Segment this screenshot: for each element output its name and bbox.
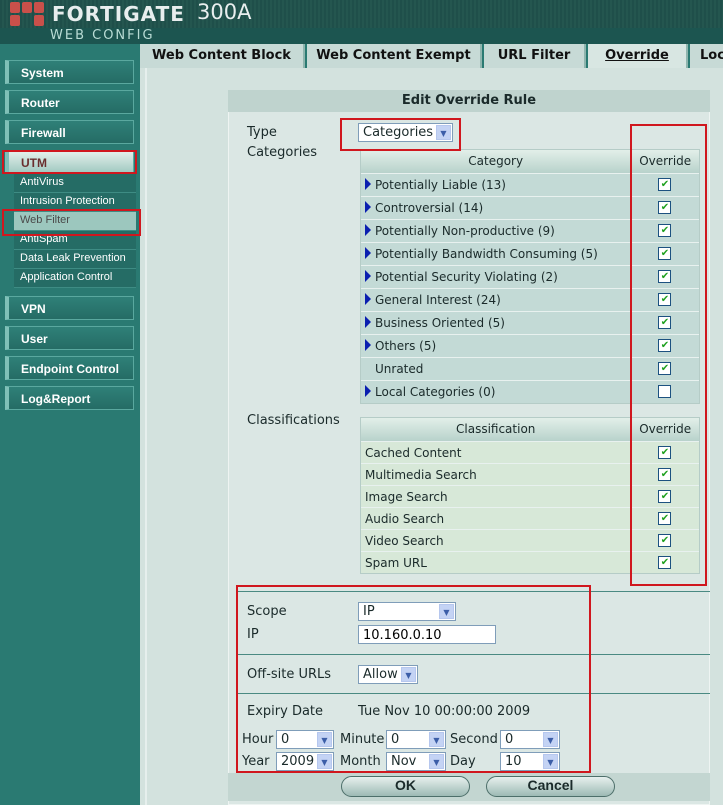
panel-title: Edit Override Rule <box>228 90 710 112</box>
row-name-cell: Unrated <box>361 358 632 380</box>
row-name-cell: Cached Content <box>361 442 632 463</box>
row-name-cell[interactable]: Business Oriented (5) <box>361 312 632 334</box>
row-name-cell[interactable]: Controversial (14) <box>361 197 632 219</box>
expand-arrow-icon[interactable] <box>365 247 371 259</box>
nav-log-report[interactable]: Log&Report <box>5 386 134 410</box>
row-name-cell[interactable]: Potentially Liable (13) <box>361 174 632 196</box>
row-name-cell: Spam URL <box>361 552 632 573</box>
row-label: Multimedia Search <box>365 468 477 482</box>
row-label: Audio Search <box>365 512 445 526</box>
row-name-cell[interactable]: Local Categories (0) <box>361 381 632 403</box>
row-label: General Interest (24) <box>375 293 501 307</box>
annotation-box <box>2 150 137 174</box>
fortinet-logo-icon <box>10 2 44 26</box>
nav-user[interactable]: User <box>5 326 134 350</box>
expand-arrow-icon[interactable] <box>365 316 371 328</box>
tab-web-content-block[interactable]: Web Content Block <box>140 44 305 68</box>
expand-arrow-icon[interactable] <box>365 178 371 190</box>
classifications-label: Classifications <box>247 413 340 428</box>
row-label: Unrated <box>375 362 424 376</box>
row-label: Image Search <box>365 490 448 504</box>
categories-label: Categories <box>247 145 318 160</box>
nav-system[interactable]: System <box>5 60 134 84</box>
annotation-box <box>340 118 461 151</box>
expand-arrow-icon[interactable] <box>365 201 371 213</box>
nav-firewall[interactable]: Firewall <box>5 120 134 144</box>
expand-arrow-icon[interactable] <box>365 339 371 351</box>
expand-arrow-icon[interactable] <box>365 270 371 282</box>
row-label: Potential Security Violating (2) <box>375 270 558 284</box>
expand-arrow-icon[interactable] <box>365 385 371 397</box>
tab-override[interactable]: Override <box>588 44 688 68</box>
cancel-button[interactable]: Cancel <box>486 776 615 797</box>
nav-antivirus[interactable]: AntiVirus <box>14 174 136 193</box>
category-header: Category <box>361 150 632 173</box>
row-label: Controversial (14) <box>375 201 484 215</box>
tab-web-content-exempt[interactable]: Web Content Exempt <box>307 44 482 68</box>
tab-url-filter[interactable]: URL Filter <box>484 44 586 68</box>
row-label: Spam URL <box>365 556 427 570</box>
nav-endpoint-control[interactable]: Endpoint Control <box>5 356 134 380</box>
row-name-cell[interactable]: Others (5) <box>361 335 632 357</box>
row-label: Potentially Bandwidth Consuming (5) <box>375 247 598 261</box>
row-name-cell: Image Search <box>361 486 632 507</box>
row-name-cell: Audio Search <box>361 508 632 529</box>
row-label: Cached Content <box>365 446 462 460</box>
brand-name: FortiGate <box>52 2 185 26</box>
classification-header: Classification <box>361 418 632 441</box>
row-name-cell: Video Search <box>361 530 632 551</box>
row-label: Others (5) <box>375 339 437 353</box>
row-name-cell: Multimedia Search <box>361 464 632 485</box>
row-name-cell[interactable]: General Interest (24) <box>361 289 632 311</box>
nav-vpn[interactable]: VPN <box>5 296 134 320</box>
row-label: Business Oriented (5) <box>375 316 505 330</box>
tab-bar: Web Content Block Web Content Exempt URL… <box>140 44 723 68</box>
ok-button[interactable]: OK <box>341 776 470 797</box>
row-label: Potentially Non-productive (9) <box>375 224 555 238</box>
row-name-cell[interactable]: Potential Security Violating (2) <box>361 266 632 288</box>
model-name: 300A <box>197 0 252 24</box>
row-label: Potentially Liable (13) <box>375 178 506 192</box>
row-label: Video Search <box>365 534 444 548</box>
expand-arrow-icon[interactable] <box>365 293 371 305</box>
row-name-cell[interactable]: Potentially Bandwidth Consuming (5) <box>361 243 632 265</box>
row-label: Local Categories (0) <box>375 385 496 399</box>
annotation-box <box>2 209 141 236</box>
header: FortiGate 300A WEB CONFIG <box>0 0 723 44</box>
annotation-box <box>630 124 707 586</box>
tab-local[interactable]: Loc <box>690 44 723 68</box>
nav-router[interactable]: Router <box>5 90 134 114</box>
annotation-box <box>236 585 591 773</box>
nav-application-control[interactable]: Application Control <box>14 269 136 288</box>
type-label: Type <box>247 125 277 140</box>
expand-arrow-icon[interactable] <box>365 224 371 236</box>
web-config-subtitle: WEB CONFIG <box>50 28 155 43</box>
row-name-cell[interactable]: Potentially Non-productive (9) <box>361 220 632 242</box>
nav-data-leak-prevention[interactable]: Data Leak Prevention <box>14 250 136 269</box>
